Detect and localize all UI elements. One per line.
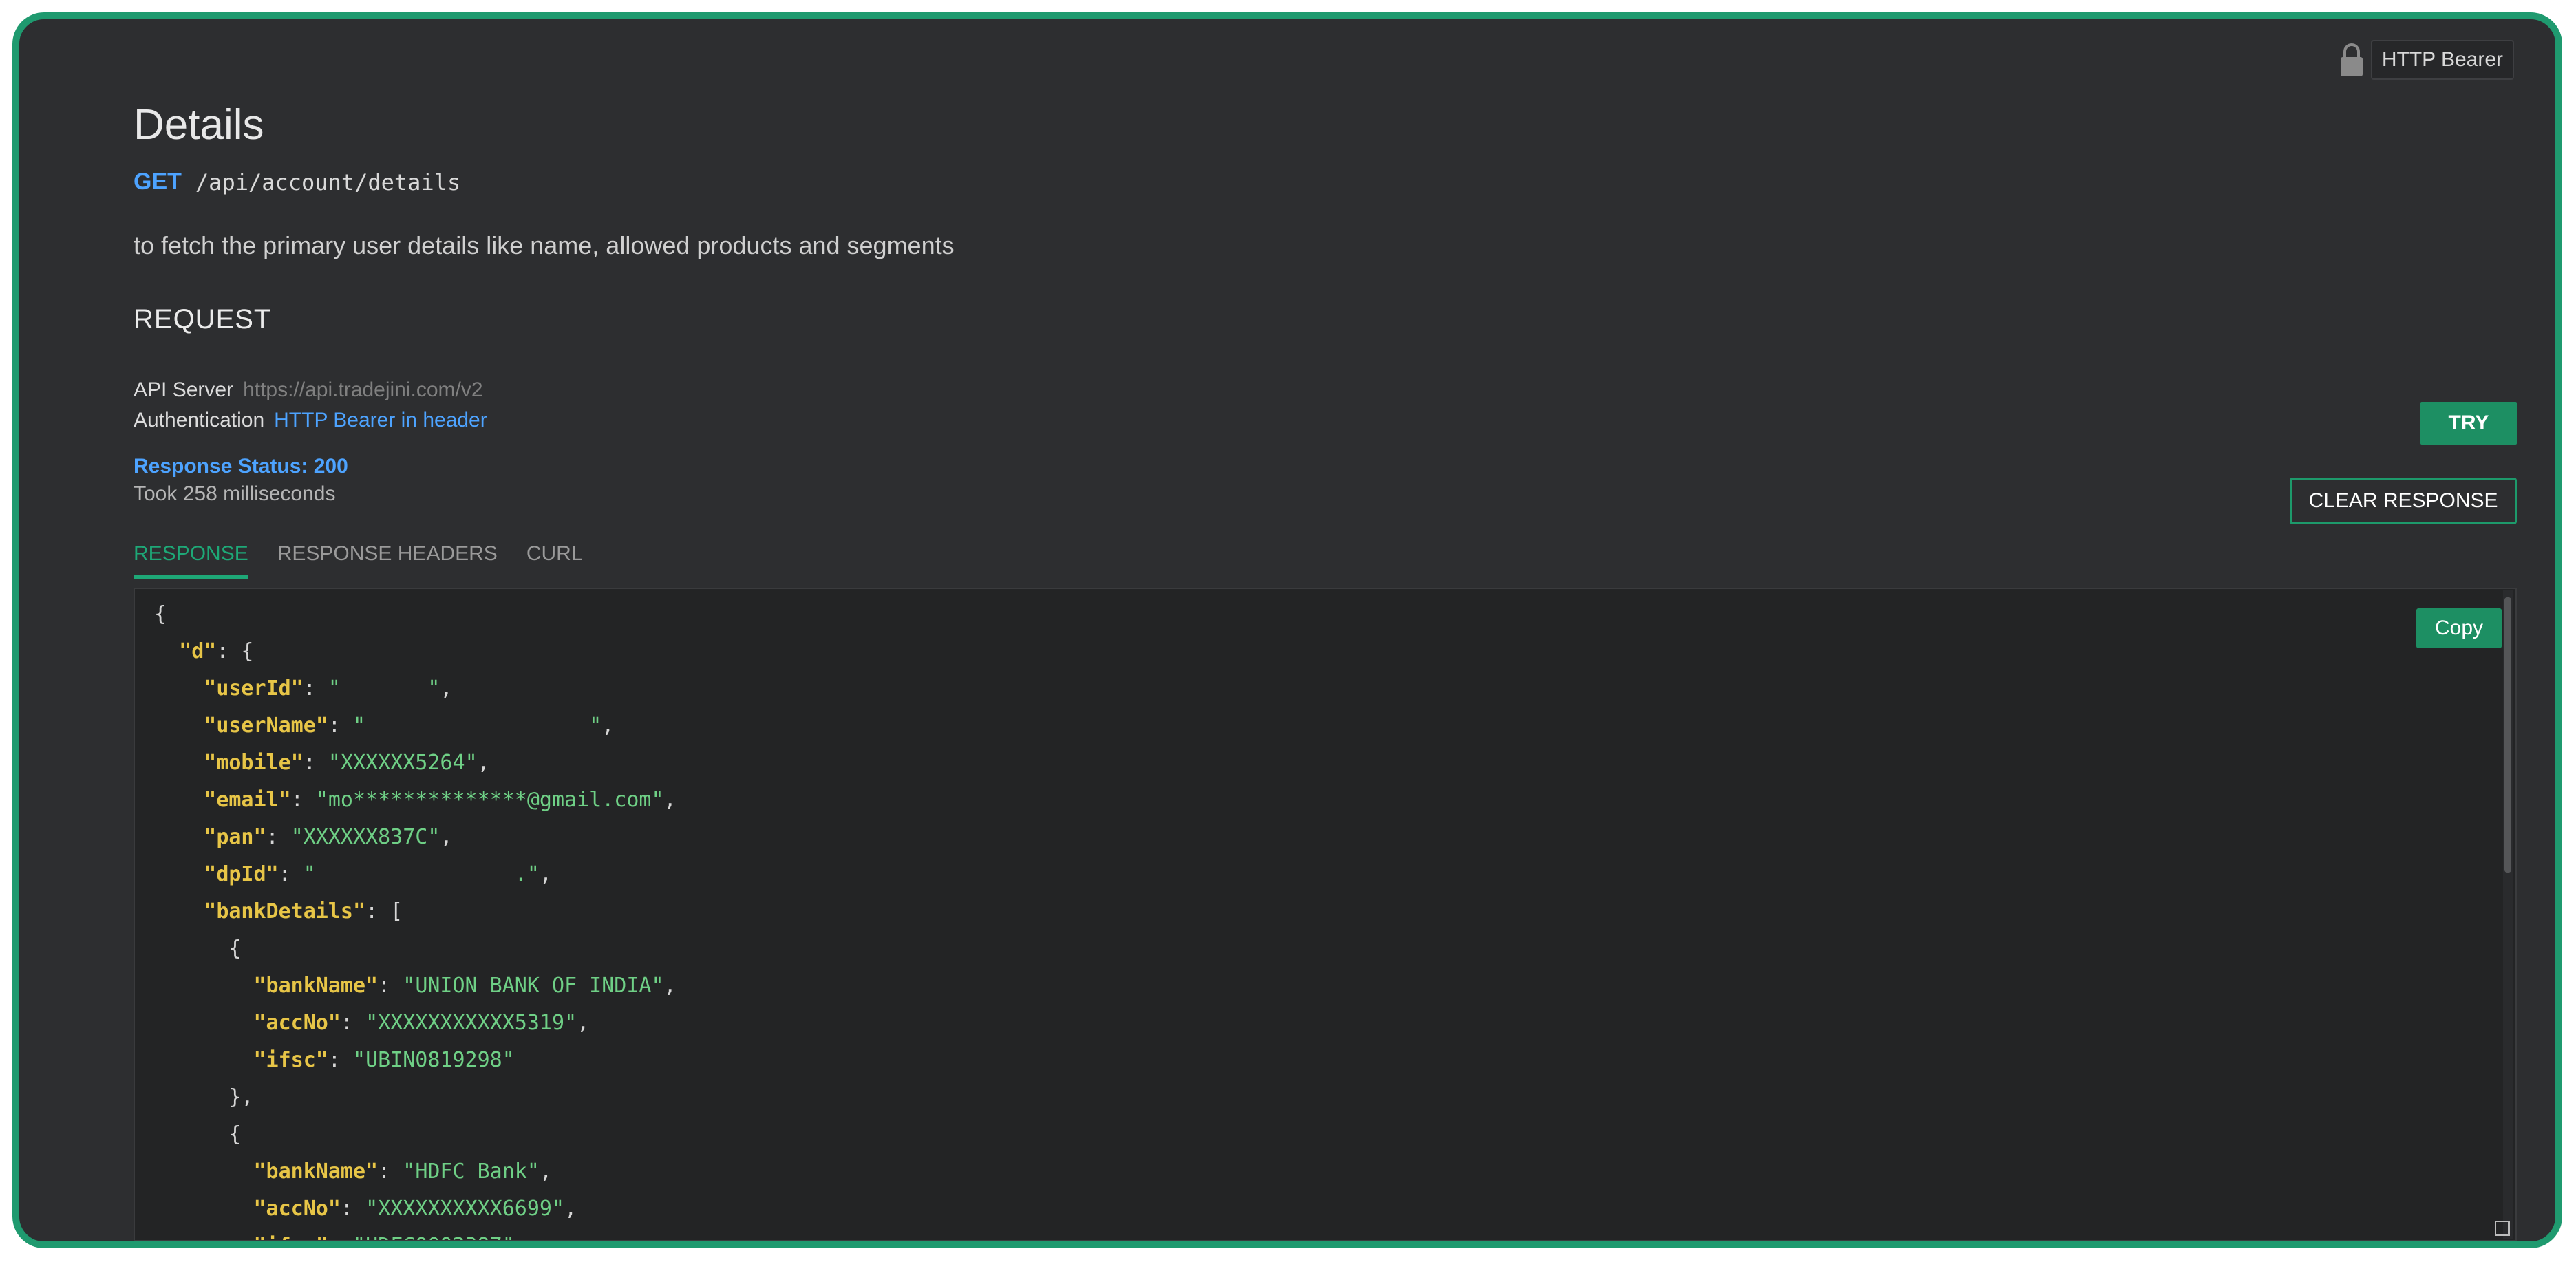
tab-response[interactable]: RESPONSE <box>134 542 248 579</box>
api-server-label: API Server <box>134 378 234 401</box>
try-button[interactable]: TRY <box>2420 402 2517 445</box>
copy-button[interactable]: Copy <box>2416 608 2502 648</box>
api-server-value: https://api.tradejini.com/v2 <box>243 378 483 401</box>
response-json: { "d": { "userId": " ", "userName": " ",… <box>154 602 677 1240</box>
http-method: GET <box>134 169 182 195</box>
response-scrollbar[interactable] <box>2503 590 2513 1239</box>
endpoint-content: Details GET /api/account/details to fetc… <box>134 88 2517 506</box>
response-status: Response Status: 200 <box>134 455 348 478</box>
response-body-panel[interactable]: { "d": { "userId": " ", "userName": " ",… <box>134 588 2517 1241</box>
lock-icon <box>2340 43 2363 76</box>
clear-response-button[interactable]: CLEAR RESPONSE <box>2290 478 2517 524</box>
endpoint-line: GET /api/account/details <box>134 169 2517 195</box>
auth-chip[interactable]: HTTP Bearer <box>2338 40 2514 80</box>
authentication-label: Authentication <box>134 409 265 431</box>
scrollbar-thumb[interactable] <box>2504 597 2511 873</box>
auth-chip-label[interactable]: HTTP Bearer <box>2370 40 2514 80</box>
resize-handle-icon[interactable] <box>2495 1221 2510 1236</box>
api-server-row: API Server https://api.tradejini.com/v2 <box>134 375 2517 405</box>
request-meta: API Server https://api.tradejini.com/v2 … <box>134 375 2517 436</box>
request-heading: REQUEST <box>134 304 272 334</box>
tab-curl[interactable]: CURL <box>526 542 583 579</box>
response-time: Took 258 milliseconds <box>134 482 336 505</box>
response-tabs: RESPONSE RESPONSE HEADERS CURL <box>134 542 583 579</box>
page-title: Details <box>134 101 264 149</box>
authentication-row: Authentication HTTP Bearer in header <box>134 405 2517 436</box>
tab-response-headers[interactable]: RESPONSE HEADERS <box>277 542 498 579</box>
endpoint-path: /api/account/details <box>195 169 461 195</box>
app-frame: HTTP Bearer Details GET /api/account/det… <box>12 12 2562 1248</box>
endpoint-description: to fetch the primary user details like n… <box>134 231 955 259</box>
authentication-link[interactable]: HTTP Bearer in header <box>274 405 487 436</box>
